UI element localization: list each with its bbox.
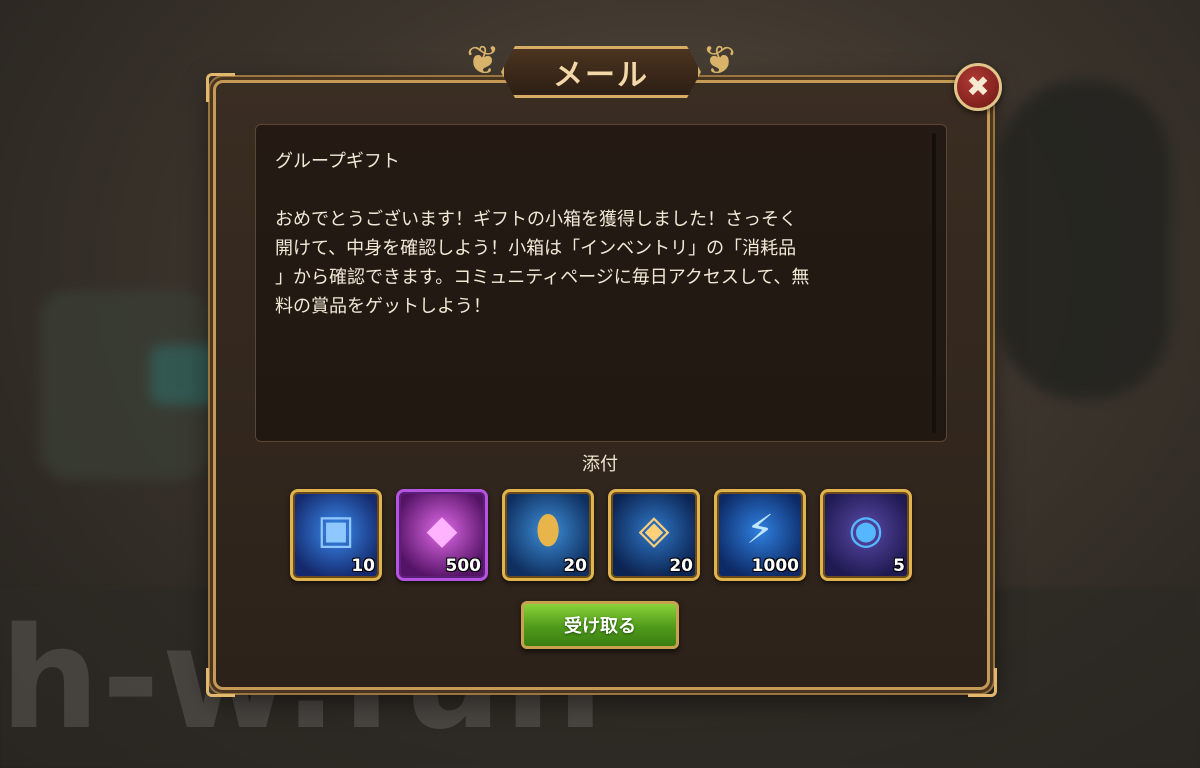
title-plate: メール [501,46,701,98]
background-tree [1000,80,1170,400]
item-quantity: 10 [351,556,375,576]
dialog-title: メール [553,58,649,93]
item-quantity: 5 [893,556,905,576]
attachment-slot[interactable]: ▣ 10 [290,489,382,581]
frame-corner-ornament [968,668,997,697]
golden-egg-icon: ⬮ [535,506,561,553]
message-subject: グループギフト [275,151,400,172]
close-button[interactable]: ✖ [954,63,1002,111]
frame-corner-ornament [206,668,235,697]
crystal-eye-icon: ◈ [638,506,670,553]
message-content: グループギフト おめでとうございます！ギフトの小箱を獲得しました！さっそく 開け… [275,147,925,321]
lightning-energy-icon: ⚡ [745,506,775,553]
attachment-slot[interactable]: ◉ 5 [820,489,912,581]
attachment-slot[interactable]: ⬮ 20 [502,489,594,581]
item-quantity: 1000 [751,556,799,576]
dialog-title-banner: ❦ ❦ メール [453,38,749,102]
item-quantity: 20 [563,556,587,576]
attachment-slot[interactable]: ⚡ 1000 [714,489,806,581]
message-body: おめでとうございます！ギフトの小箱を獲得しました！さっそく 開けて、中身を確認し… [275,209,810,317]
claim-button-label: 受け取る [564,616,636,637]
attachments-label: 添付 [582,454,618,475]
item-quantity: 20 [669,556,693,576]
attachment-slot[interactable]: ◆ 500 [396,489,488,581]
pink-cube-icon: ◆ [426,506,458,553]
attachments-list: ▣ 10 ◆ 500 ⬮ 20 ◈ 20 ⚡ 1000 ◉ 5 [290,489,912,581]
blue-gift-box-icon: ▣ [317,506,355,553]
claim-button[interactable]: 受け取る [521,601,679,649]
close-icon: ✖ [966,70,990,103]
item-quantity: 500 [445,556,482,576]
message-scrollbar[interactable] [932,133,936,433]
attachment-slot[interactable]: ◈ 20 [608,489,700,581]
message-panel[interactable]: グループギフト おめでとうございます！ギフトの小箱を獲得しました！さっそく 開け… [255,124,947,442]
frame-corner-ornament [206,73,235,102]
blue-orb-ring-icon: ◉ [848,506,884,553]
